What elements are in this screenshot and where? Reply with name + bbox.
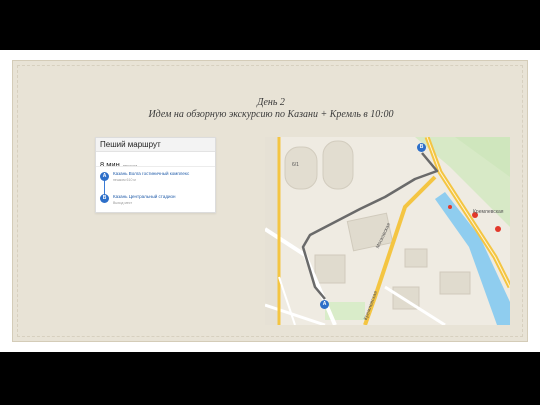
route-card-header: Пеший маршрут bbox=[96, 138, 215, 152]
building bbox=[314, 254, 346, 284]
metro-icon bbox=[495, 226, 501, 232]
stadium-building bbox=[284, 146, 318, 190]
stadium-building bbox=[322, 140, 354, 190]
stop-a-name[interactable]: Казань Волга гостиничный комплекс bbox=[113, 171, 189, 176]
slide-title: День 2 bbox=[257, 97, 285, 108]
stop-b-marker-icon: B bbox=[100, 194, 109, 203]
stop-a-detail: пешком 610 м bbox=[113, 178, 136, 182]
route-time: 8 мин bbox=[100, 160, 120, 169]
map-marker-a-icon[interactable]: A bbox=[320, 300, 329, 309]
stop-a-marker-icon: A bbox=[100, 172, 109, 181]
poi-label: Кремлевская bbox=[473, 209, 504, 215]
slide: День 2 Идем на обзорную экскурсию по Каз… bbox=[0, 50, 540, 352]
route-time-row: 8 мин пешком bbox=[100, 154, 137, 169]
map-marker-b-icon[interactable]: B bbox=[417, 143, 426, 152]
divider bbox=[96, 166, 215, 167]
route-card: Пеший маршрут 8 мин пешком A Казань Волга… bbox=[95, 137, 216, 213]
stop-b-name[interactable]: Казань Центральный стадион bbox=[113, 194, 175, 199]
route-map[interactable]: B A Московская Кремлевская Кремлевская 6… bbox=[265, 137, 510, 325]
slide-subtitle: Идем на обзорную экскурсию по Казани + К… bbox=[148, 109, 394, 120]
building bbox=[404, 248, 428, 268]
building-number-label: 6/1 bbox=[292, 162, 299, 168]
building bbox=[439, 271, 471, 295]
stop-b-detail: Выход мест bbox=[113, 201, 133, 205]
slide-frame: День 2 Идем на обзорную экскурсию по Каз… bbox=[12, 60, 528, 342]
